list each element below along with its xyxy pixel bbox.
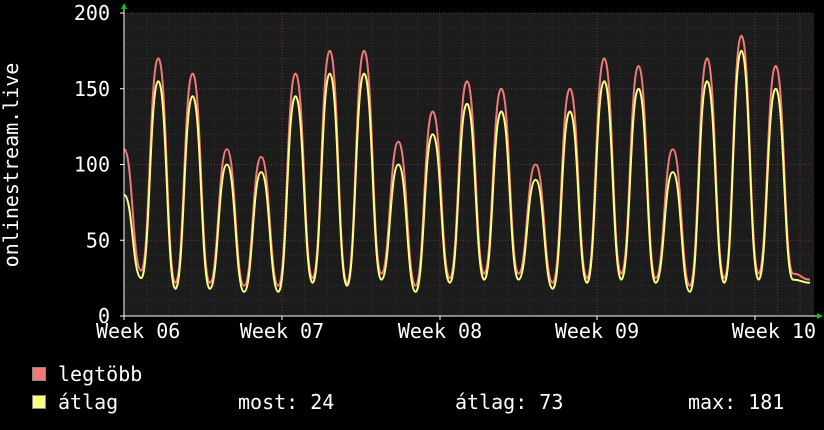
avg-swatch bbox=[32, 395, 46, 409]
y-tick-label: 150 bbox=[74, 77, 110, 101]
y-tick-label: 200 bbox=[74, 1, 110, 25]
y-tick-label: 100 bbox=[74, 153, 110, 177]
traffic-chart: 050100150200Week 06 Week 07 Week 08 Week 09… bbox=[0, 1, 823, 343]
stat-now: most: 24 bbox=[238, 390, 335, 414]
legend-label-avg: átlag bbox=[58, 390, 119, 414]
stat-max: max: 181 bbox=[688, 390, 785, 414]
legend-label-max: legtöbb bbox=[58, 362, 143, 386]
legend-item-avg: átlag bbox=[32, 391, 118, 413]
legend-item-max: legtöbb bbox=[32, 363, 142, 385]
x-axis-arrow bbox=[817, 313, 823, 319]
x-tick-label: Week 08 bbox=[398, 319, 482, 343]
x-tick-label: Week 07 bbox=[240, 319, 324, 343]
x-tick-label: Week 10 bbox=[732, 319, 816, 343]
stat-avg: átlag: 73 bbox=[455, 390, 564, 414]
x-tick-label: Week 06 bbox=[96, 319, 180, 343]
y-tick-label: 50 bbox=[86, 228, 110, 252]
y-axis-label: onlinestream.live bbox=[0, 63, 23, 268]
legend: legtöbb átlag most: 24 átlag: 73 max: 18… bbox=[0, 360, 824, 430]
y-axis-arrow bbox=[121, 3, 127, 9]
x-tick-label: Week 09 bbox=[555, 319, 639, 343]
max-swatch bbox=[32, 367, 46, 381]
